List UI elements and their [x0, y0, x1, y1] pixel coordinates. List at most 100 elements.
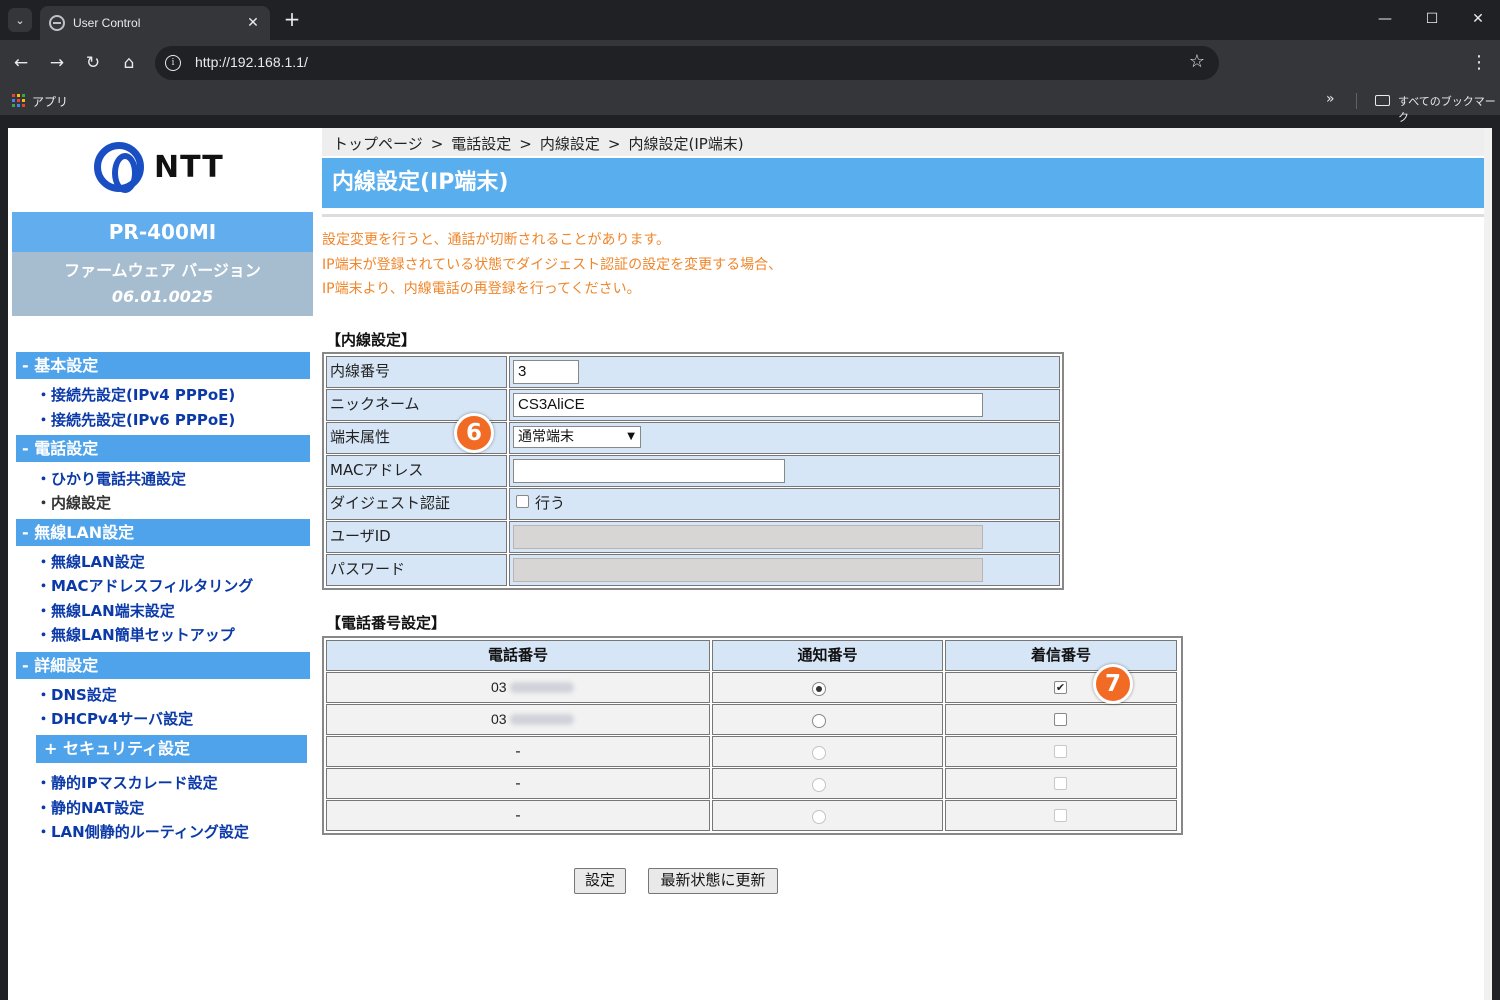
- table-row: -: [326, 736, 1179, 767]
- new-tab-button[interactable]: +: [280, 8, 304, 32]
- column-header: 着信番号: [945, 640, 1177, 671]
- notify-number-radio: [812, 810, 826, 824]
- mac-address-input[interactable]: [513, 459, 785, 483]
- extension-settings-table: 内線番号 3 ニックネーム CS3AliCE 端末属性 通常端末 ▼ MACアド…: [322, 352, 1064, 590]
- menu-section-advanced[interactable]: - 詳細設定: [16, 652, 310, 679]
- dropdown-arrow-icon: ▼: [627, 431, 635, 442]
- field-label: ユーザID: [326, 521, 507, 553]
- browser-toolbar: ← → ↻ ⌂ i http://192.168.1.1/ ☆ ⋮: [0, 40, 1500, 86]
- field-label: ダイジェスト認証: [326, 488, 507, 520]
- extension-number-input[interactable]: 3: [513, 360, 579, 384]
- menu-section-security[interactable]: + セキュリティ設定: [36, 735, 307, 763]
- maximize-icon[interactable]: ☐: [1409, 6, 1455, 32]
- model-info: PR-400MI ファームウェア バージョン 06.01.0025: [12, 212, 313, 316]
- url-text[interactable]: http://192.168.1.1/: [195, 54, 308, 70]
- digest-auth-label[interactable]: 行う: [535, 492, 565, 513]
- incoming-number-checkbox: [1054, 809, 1067, 822]
- bookmarks-divider: [1356, 93, 1357, 109]
- menu-item-ipv4-pppoe[interactable]: ・接続先設定(IPv4 PPPoE): [36, 384, 235, 405]
- table-row: -: [326, 768, 1179, 799]
- menu-section-basic[interactable]: - 基本設定: [16, 352, 310, 379]
- digest-auth-checkbox[interactable]: [516, 495, 529, 508]
- menu-item-wlan-terminal[interactable]: ・無線LAN端末設定: [36, 600, 175, 621]
- phone-table-header: 電話番号 通知番号 着信番号: [326, 640, 1179, 671]
- breadcrumb-phone[interactable]: 電話設定: [451, 135, 511, 153]
- menu-item-wlan-easy-setup[interactable]: ・無線LAN簡単セットアップ: [36, 624, 235, 645]
- incoming-number-checkbox: [1054, 777, 1067, 790]
- bookmarks-bar: アプリ » すべてのブックマーク: [0, 86, 1500, 124]
- bookmarks-more-icon[interactable]: »: [1326, 91, 1335, 107]
- nickname-input[interactable]: CS3AliCE: [513, 393, 983, 417]
- notify-number-radio: [812, 746, 826, 760]
- menu-item-mac-filter[interactable]: ・MACアドレスフィルタリング: [36, 575, 253, 596]
- menu-item-static-nat[interactable]: ・静的NAT設定: [36, 797, 144, 818]
- breadcrumb-top[interactable]: トップページ: [333, 135, 423, 153]
- breadcrumb-extension[interactable]: 内線設定: [540, 135, 600, 153]
- menu-item-extension[interactable]: ・内線設定: [36, 492, 111, 513]
- menu-section-wlan[interactable]: - 無線LAN設定: [16, 519, 310, 546]
- incoming-number-checkbox[interactable]: ✔: [1054, 681, 1067, 694]
- table-row: 03 ✔: [326, 672, 1179, 703]
- apps-bookmark[interactable]: アプリ: [32, 93, 68, 110]
- bookmark-star-icon[interactable]: ☆: [1189, 51, 1205, 72]
- browser-menu-icon[interactable]: ⋮: [1466, 50, 1492, 76]
- table-row: 03: [326, 704, 1179, 735]
- phone-number-empty: -: [515, 742, 521, 760]
- firmware-box: ファームウェア バージョン 06.01.0025: [12, 252, 313, 316]
- home-icon[interactable]: ⌂: [116, 50, 142, 76]
- save-button[interactable]: 設定: [574, 868, 626, 894]
- model-name: PR-400MI: [12, 212, 313, 252]
- tab-search-icon[interactable]: ⌄: [8, 8, 32, 32]
- extension-section-title: 【内線設定】: [326, 331, 417, 349]
- warning-line-1: 設定変更を行うと、通話が切断されることがあります。: [322, 232, 671, 248]
- browser-tab[interactable]: User Control ✕: [40, 6, 270, 40]
- notify-number-radio: [812, 778, 826, 792]
- menu-item-lan-static-routing[interactable]: ・LAN側静的ルーティング設定: [36, 821, 249, 842]
- reload-icon[interactable]: ↻: [80, 50, 106, 76]
- apps-grid-icon[interactable]: [12, 94, 25, 107]
- title-divider: [322, 214, 1492, 217]
- blurred-digits: [510, 682, 574, 693]
- window-close-icon[interactable]: ✕: [1455, 6, 1500, 32]
- form-row-number: 内線番号 3: [326, 356, 1060, 388]
- refresh-button[interactable]: 最新状態に更新: [648, 868, 778, 894]
- address-bar[interactable]: i http://192.168.1.1/ ☆: [155, 46, 1219, 80]
- menu-item-wlan-settings[interactable]: ・無線LAN設定: [36, 551, 145, 572]
- warning-line-2: IP端末が登録されている状態でダイジェスト認証の設定を変更する場合、: [322, 257, 783, 273]
- breadcrumb: トップページ > 電話設定 > 内線設定 > 内線設定(IP端末): [333, 135, 744, 153]
- menu-item-hikari-common[interactable]: ・ひかり電話共通設定: [36, 468, 186, 489]
- form-row-userid: ユーザID: [326, 521, 1060, 553]
- firmware-label: ファームウェア バージョン: [64, 261, 261, 280]
- phone-number: 03: [491, 679, 507, 695]
- page-viewport: NTT PR-400MI ファームウェア バージョン 06.01.0025 - …: [8, 128, 1492, 1000]
- globe-icon: [49, 15, 65, 31]
- firmware-version: 06.01.0025: [111, 287, 214, 306]
- menu-item-static-masquerade[interactable]: ・静的IPマスカレード設定: [36, 772, 218, 793]
- tab-strip: ⌄ User Control ✕ + — ☐ ✕: [0, 0, 1500, 40]
- tab-close-icon[interactable]: ✕: [242, 15, 264, 31]
- forward-arrow-icon[interactable]: →: [44, 50, 70, 76]
- page-scrollbar[interactable]: [1484, 128, 1492, 1000]
- all-bookmarks-link[interactable]: すべてのブックマーク: [1398, 93, 1500, 125]
- menu-section-phone[interactable]: - 電話設定: [16, 435, 310, 462]
- form-row-attribute: 端末属性 通常端末 ▼: [326, 422, 1060, 454]
- notify-number-radio[interactable]: [812, 714, 826, 728]
- field-label: 内線番号: [326, 356, 507, 388]
- terminal-attribute-select[interactable]: 通常端末 ▼: [513, 426, 641, 448]
- column-header: 通知番号: [712, 640, 943, 671]
- incoming-number-checkbox[interactable]: [1054, 713, 1067, 726]
- menu-item-ipv6-pppoe[interactable]: ・接続先設定(IPv6 PPPoE): [36, 409, 235, 430]
- ntt-logo: NTT: [94, 142, 224, 193]
- form-row-mac: MACアドレス: [326, 455, 1060, 487]
- menu-item-dns[interactable]: ・DNS設定: [36, 684, 117, 705]
- phone-number-empty: -: [515, 774, 521, 792]
- menu-item-dhcpv4[interactable]: ・DHCPv4サーバ設定: [36, 708, 193, 729]
- annotation-badge-6: 6: [454, 413, 494, 453]
- annotation-badge-7: 7: [1093, 664, 1133, 704]
- column-header: 電話番号: [326, 640, 710, 671]
- password-input: [513, 558, 983, 582]
- site-info-icon[interactable]: i: [165, 55, 181, 71]
- back-arrow-icon[interactable]: ←: [8, 50, 34, 76]
- notify-number-radio[interactable]: [812, 682, 826, 696]
- minimize-icon[interactable]: —: [1362, 6, 1408, 32]
